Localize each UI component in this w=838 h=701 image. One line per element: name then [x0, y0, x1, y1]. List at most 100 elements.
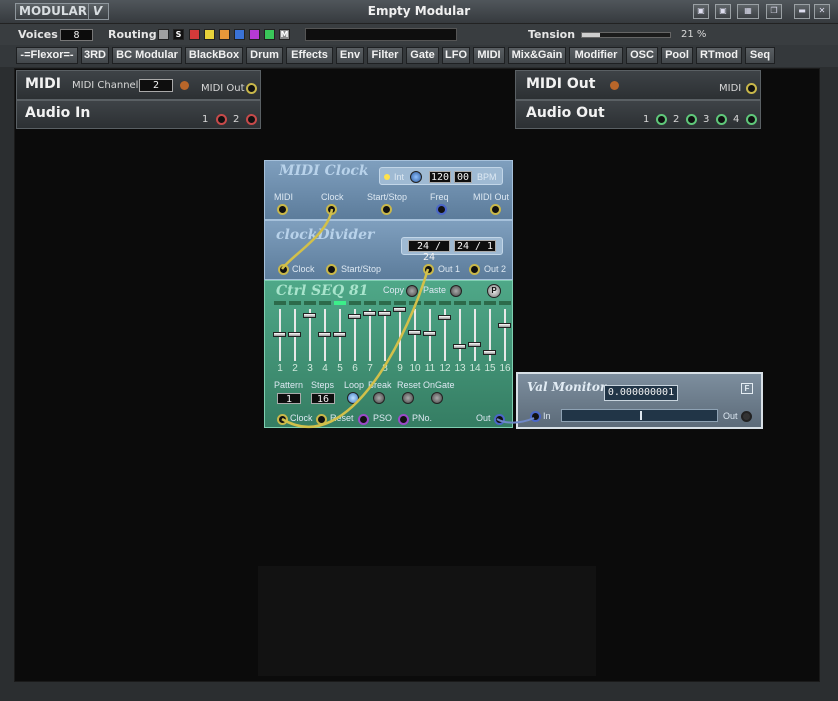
minimize-icon[interactable]: ▬: [794, 4, 810, 19]
step-slider-handle[interactable]: [303, 313, 316, 318]
grid-icon[interactable]: ▦: [737, 4, 759, 19]
category-pool[interactable]: Pool: [661, 47, 693, 64]
pattern-field[interactable]: 1: [277, 393, 301, 405]
ongate-toggle[interactable]: [431, 392, 443, 404]
clock-divider-out2-jack[interactable]: [469, 264, 480, 275]
midi-clock-clock-jack[interactable]: [326, 204, 337, 215]
category-osc[interactable]: OSC: [626, 47, 658, 64]
ctrl-seq-clock-jack[interactable]: [277, 414, 288, 425]
pages-icon[interactable]: ❐: [766, 4, 782, 19]
midi-in-out-jack[interactable]: [246, 83, 257, 94]
audio-out-jack-2[interactable]: [686, 114, 697, 125]
ctrl-seq-pno-jack[interactable]: [398, 414, 409, 425]
audio-in-module[interactable]: Audio In 1 2: [16, 100, 261, 129]
routing-swatch-s[interactable]: S: [173, 29, 184, 40]
step-slider-handle[interactable]: [393, 307, 406, 312]
val-monitor-in-jack[interactable]: [530, 411, 541, 422]
copy-button[interactable]: [406, 285, 418, 297]
step-slider-handle[interactable]: [363, 311, 376, 316]
step-slider-handle[interactable]: [498, 323, 511, 328]
midi-clock-midiout-jack[interactable]: [490, 204, 501, 215]
midi-in-module[interactable]: MIDI MIDI Channel 2 MIDI Out: [16, 70, 261, 100]
step-slider-handle[interactable]: [333, 332, 346, 337]
clock-divider-module[interactable]: clockDivider 24 / 24 24 / 1 Clock Start/…: [264, 220, 513, 280]
step-slider-handle[interactable]: [453, 344, 466, 349]
save-as-icon[interactable]: ▣: [715, 4, 731, 19]
category-gate[interactable]: Gate: [406, 47, 439, 64]
ctrl-seq-out-jack[interactable]: [494, 414, 505, 425]
category-env[interactable]: Env: [336, 47, 364, 64]
audio-out-module[interactable]: Audio Out 1 2 3 4: [515, 100, 761, 129]
step-slider-handle[interactable]: [273, 332, 286, 337]
routing-swatch-blue[interactable]: [234, 29, 245, 40]
bpm-field[interactable]: 120: [429, 171, 451, 183]
ctrl-seq-module[interactable]: Ctrl SEQ 81 Copy Paste P 1 2 3 4 5 6 7 8 9 10 11 12…: [264, 280, 513, 428]
step-slider-handle[interactable]: [438, 315, 451, 320]
paste-button[interactable]: [450, 285, 462, 297]
ctrl-seq-pso-jack[interactable]: [358, 414, 369, 425]
category-flexor[interactable]: -=Flexor=-: [16, 47, 78, 64]
bpm-fraction-field[interactable]: 00: [454, 171, 472, 183]
routing-swatch-m[interactable]: M: [279, 29, 290, 40]
midi-clock-freq-jack[interactable]: [436, 204, 447, 215]
audio-out-jack-3[interactable]: [716, 114, 727, 125]
routing-swatch-red[interactable]: [189, 29, 200, 40]
step-slider-handle[interactable]: [423, 331, 436, 336]
p-button[interactable]: P: [487, 284, 501, 298]
voices-field[interactable]: 8: [60, 29, 93, 41]
clock-divider-clock-jack[interactable]: [278, 264, 289, 275]
step-slider-handle[interactable]: [378, 311, 391, 316]
category-rtmod[interactable]: RTmod: [696, 47, 742, 64]
midi-clock-startstop-jack[interactable]: [381, 204, 392, 215]
category-lfo[interactable]: LFO: [442, 47, 470, 64]
audio-out-jack-4[interactable]: [746, 114, 757, 125]
category-blackbox[interactable]: BlackBox: [185, 47, 243, 64]
val-monitor-out-jack[interactable]: [741, 411, 752, 422]
divider-2-field[interactable]: 24 / 1: [454, 240, 496, 252]
loop-toggle[interactable]: [347, 392, 359, 404]
clock-divider-startstop-jack[interactable]: [326, 264, 337, 275]
midi-clock-module[interactable]: MIDI Clock Int 120 00 BPM MIDI Clock Sta…: [264, 160, 513, 220]
step-slider-handle[interactable]: [408, 330, 421, 335]
break-toggle[interactable]: [373, 392, 385, 404]
clock-divider-out1-jack[interactable]: [423, 264, 434, 275]
step-slider-handle[interactable]: [318, 332, 331, 337]
int-toggle[interactable]: [410, 171, 422, 183]
category-midi[interactable]: MIDI: [473, 47, 505, 64]
category-filter[interactable]: Filter: [367, 47, 403, 64]
audio-in-jack-1[interactable]: [216, 114, 227, 125]
audio-in-jack-2[interactable]: [246, 114, 257, 125]
category-mix-gain[interactable]: Mix&Gain: [508, 47, 566, 64]
save-icon[interactable]: ▣: [693, 4, 709, 19]
midi-channel-field[interactable]: 2: [139, 79, 173, 92]
category-effects[interactable]: Effects: [286, 47, 333, 64]
midi-out-led: [610, 81, 619, 90]
routing-swatch-green[interactable]: [264, 29, 275, 40]
routing-swatch-grey[interactable]: [158, 29, 169, 40]
midi-clock-midi-jack[interactable]: [277, 204, 288, 215]
step-slider-handle[interactable]: [288, 332, 301, 337]
tension-slider[interactable]: [581, 32, 671, 38]
step-slider-handle[interactable]: [348, 314, 361, 319]
close-icon[interactable]: ✕: [814, 4, 830, 19]
routing-swatch-yellow[interactable]: [204, 29, 215, 40]
category-3rd[interactable]: 3RD: [81, 47, 109, 64]
routing-swatch-orange[interactable]: [219, 29, 230, 40]
category-modifier[interactable]: Modifier: [569, 47, 623, 64]
steps-field[interactable]: 16: [311, 393, 335, 405]
ctrl-seq-reset-jack[interactable]: [316, 414, 327, 425]
category-seq[interactable]: Seq: [745, 47, 775, 64]
val-monitor-module[interactable]: Val Monitor 0.000000001 F In Out: [516, 372, 763, 429]
val-monitor-f-button[interactable]: F: [741, 383, 753, 394]
step-slider-handle[interactable]: [483, 350, 496, 355]
category-bc-modular[interactable]: BC Modular: [112, 47, 182, 64]
reset-toggle[interactable]: [402, 392, 414, 404]
audio-out-jack-1[interactable]: [656, 114, 667, 125]
midi-out-jack[interactable]: [746, 83, 757, 94]
midi-out-module[interactable]: MIDI Out MIDI: [515, 70, 761, 100]
divider-1-field[interactable]: 24 / 24: [408, 240, 450, 263]
routing-swatch-purple[interactable]: [249, 29, 260, 40]
step-slider-handle[interactable]: [468, 342, 481, 347]
bpm-label: BPM: [477, 172, 497, 182]
category-drum[interactable]: Drum: [246, 47, 283, 64]
